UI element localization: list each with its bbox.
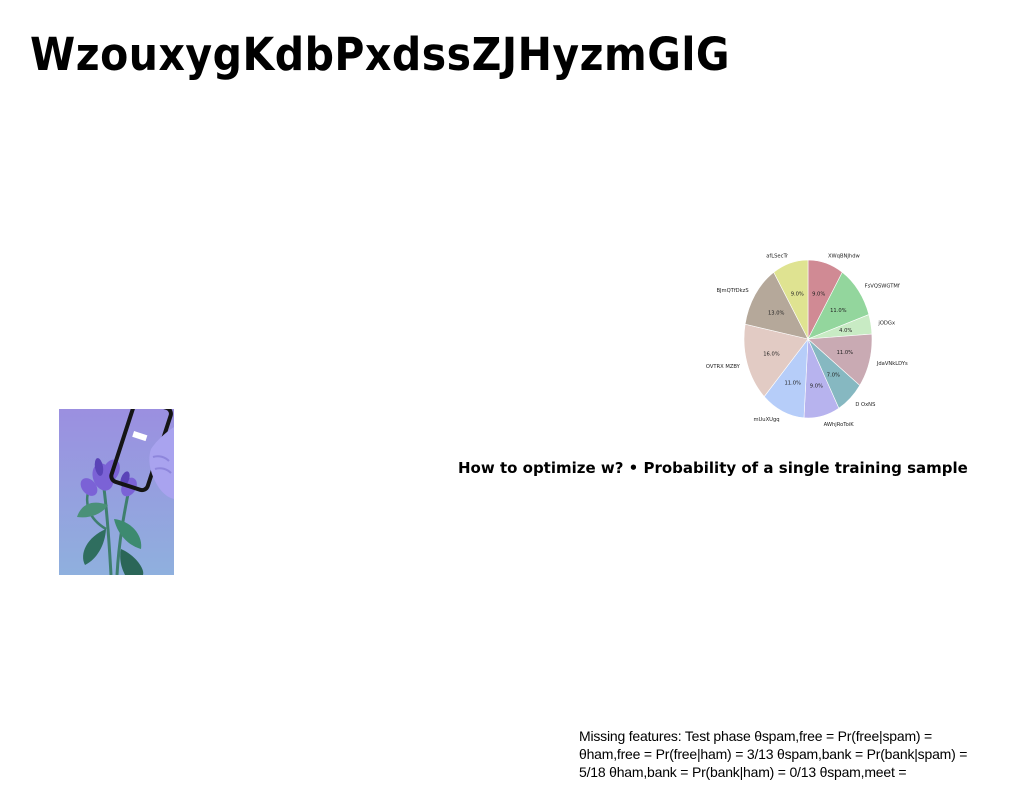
hand-flowers-photo	[59, 409, 174, 575]
pie-category-label: mUuXUgq	[753, 417, 779, 423]
body-line: Missing features: Test phase θspam,free …	[579, 728, 933, 744]
pie-pct-label: 11.0%	[830, 308, 847, 314]
pie-pct-label: 9.0%	[812, 291, 825, 297]
pie-category-label: JdaVNkLDYs	[876, 361, 908, 367]
photo-illustration	[59, 409, 174, 575]
pie-pct-label: 7.0%	[827, 373, 840, 379]
pie-category-label: D OxNS	[855, 402, 875, 408]
pie-pct-label: 4.0%	[839, 328, 852, 334]
slide-title: WzouxygKdbPxdssZJHyzmGlG	[30, 28, 731, 81]
pie-pct-label: 9.0%	[791, 291, 804, 297]
pie-category-label: BJmQTfDkzS	[716, 288, 748, 294]
pie-category-label: AWhjRoToiK	[824, 422, 855, 428]
slide-subtitle: How to optimize w? • Probability of a si…	[458, 459, 968, 477]
pie-pct-label: 9.0%	[810, 383, 823, 389]
pie-pct-label: 11.0%	[837, 350, 854, 356]
pie-category-label: jODGx	[877, 321, 895, 327]
body-text: Missing features: Test phase θspam,free …	[579, 727, 1019, 781]
body-line: 5/18 θham,bank = Pr(bank|ham) = 0/13 θsp…	[579, 764, 907, 780]
pie-chart: 9.0% XWqBNJhdw 11.0% FsVQSWGTMf 4.0% jODGx 11.…	[706, 254, 908, 428]
pie-category-label: afLSecTr	[766, 254, 789, 260]
pie-category-label: OVTRX MZBY	[706, 364, 741, 370]
pie-pct-label: 13.0%	[768, 310, 785, 316]
pie-pct-label: 11.0%	[785, 381, 802, 387]
body-line: θham,free = Pr(free|ham) = 3/13 θspam,ba…	[579, 746, 968, 762]
pie-pct-label: 16.0%	[763, 352, 780, 358]
pie-category-label: FsVQSWGTMf	[865, 284, 900, 290]
pie-category-label: XWqBNJhdw	[828, 254, 861, 260]
